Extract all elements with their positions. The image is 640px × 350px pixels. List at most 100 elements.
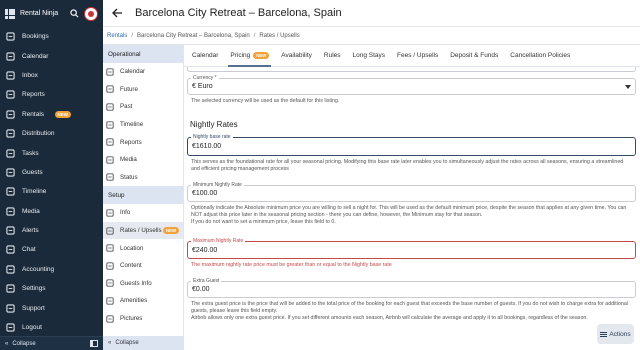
extra-guest-input[interactable]: Extra Guest €0.00	[187, 278, 636, 298]
subnav-item-info[interactable]: Info	[103, 204, 183, 222]
avatar[interactable]	[84, 6, 98, 21]
inbox-icon	[5, 70, 15, 80]
sidebar-item-chat[interactable]: Chat	[0, 240, 103, 259]
extra-guest-value: €0.00	[192, 286, 210, 293]
sidebar-item-rentals[interactable]: Rentals NEW	[0, 105, 103, 124]
pricing-form: Currency * € Euro The selected currency …	[184, 67, 640, 350]
currency-help: The selected currency will be used as th…	[191, 98, 340, 104]
subnav-group-setup: Setup	[103, 186, 183, 205]
sidebar-item-media[interactable]: Media	[0, 202, 103, 221]
maximum-rate-input[interactable]: Maximum Nightly Rate €240.00	[187, 238, 636, 259]
subnav-collapse[interactable]: « Collapse	[103, 336, 184, 350]
subnav-item-status[interactable]: Status	[103, 169, 183, 187]
calendar-icon	[5, 51, 15, 61]
subnav-item-media[interactable]: Media	[103, 151, 183, 169]
back-arrow-icon[interactable]	[111, 7, 123, 19]
minimum-rate-label: Minimum Nightly Rate	[191, 182, 244, 188]
subnav-item-content[interactable]: Content	[103, 257, 183, 275]
app-grid-icon[interactable]	[5, 8, 15, 19]
subnav-item-past[interactable]: Past	[103, 98, 183, 116]
panel-icon	[90, 340, 98, 347]
sidebar-item-logout[interactable]: Logout	[0, 318, 103, 337]
base-rate-input[interactable]: Nightly base rate €1610.00	[187, 134, 636, 156]
brand-bar: Rental Ninja	[0, 0, 103, 27]
sidebar-item-label: Bookings	[22, 33, 49, 41]
sidebar-item-accounting[interactable]: Accounting	[0, 260, 103, 279]
minimum-rate-input[interactable]: Minimum Nightly Rate €100.00	[187, 182, 636, 202]
subnav-collapse-label: Collapse	[115, 340, 139, 346]
sidebar-item-timeline[interactable]: Timeline	[0, 182, 103, 201]
tab-long-stays[interactable]: Long Stays	[347, 45, 392, 67]
guests-icon	[5, 167, 15, 177]
sidebar-item-reports[interactable]: Reports	[0, 85, 103, 104]
base-rate-help: This serves as the foundational rate for…	[191, 159, 624, 173]
actions-label: Actions	[609, 330, 631, 338]
tab-fees-upsells[interactable]: Fees / Upsells	[391, 45, 444, 67]
subnav-item-guests-info[interactable]: Guests Info	[103, 275, 183, 293]
subnav-item-rates-upsells[interactable]: Rates / Upsells NEW	[103, 221, 183, 240]
subnav-item-label: Pictures	[120, 315, 143, 323]
sidebar-item-label: Timeline	[22, 188, 47, 196]
search-icon[interactable]	[70, 9, 79, 18]
sidebar-item-bookings[interactable]: Bookings	[0, 27, 103, 46]
subnav-item-label: Media	[120, 156, 137, 164]
sidebar-item-label: Tasks	[22, 149, 39, 157]
actions-button[interactable]: Actions	[597, 324, 634, 344]
base-rate-label: Nightly base rate	[191, 134, 233, 140]
sidebar-item-label: Accounting	[22, 265, 55, 273]
subnav-item-reports[interactable]: Reports	[103, 133, 183, 151]
breadcrumb-rentals[interactable]: Rentals	[107, 33, 127, 39]
minimum-rate-value: €100.00	[192, 190, 218, 197]
subnav-item-label: Status	[120, 173, 138, 181]
past-icon	[106, 103, 114, 111]
reports-icon	[106, 138, 114, 146]
tasks-icon	[5, 148, 15, 158]
sidebar-item-calendar[interactable]: Calendar	[0, 46, 103, 65]
tab-rules[interactable]: Rules	[318, 45, 347, 67]
timeline-icon	[106, 120, 114, 129]
breadcrumb-current: Rates / Upsells	[259, 32, 300, 39]
subnav-item-location[interactable]: Location	[103, 239, 183, 257]
subnav-item-amenities[interactable]: Amenities	[103, 292, 183, 310]
subnav-item-label: Guests Info	[120, 279, 152, 287]
sidebar-item-guests[interactable]: Guests	[0, 163, 103, 182]
sidebar-item-tasks[interactable]: Tasks	[0, 143, 103, 162]
maximum-rate-label: Maximum Nightly Rate	[191, 238, 246, 244]
extra-guest-label: Extra Guest	[191, 278, 222, 284]
status-icon	[106, 173, 114, 182]
nightly-rates-heading: Nightly Rates	[190, 120, 238, 129]
tab-availability[interactable]: Availability	[275, 45, 318, 67]
subnav-item-label: Timeline	[120, 121, 144, 129]
sidebar-item-support[interactable]: Support	[0, 298, 103, 317]
sidebar-item-distribution[interactable]: Distribution	[0, 124, 103, 143]
currency-select[interactable]: Currency * € Euro	[187, 75, 636, 95]
sidebar-collapse[interactable]: « Collapse	[0, 336, 103, 350]
tab-calendar[interactable]: Calendar	[186, 45, 224, 67]
breadcrumb-separator: /	[131, 32, 134, 39]
subnav-item-calendar[interactable]: Calendar	[103, 63, 183, 81]
double-chevron-left-icon: «	[108, 340, 112, 346]
chat-icon	[5, 245, 15, 255]
sidebar-item-label: Chat	[22, 246, 36, 254]
sidebar-item-label: Calendar	[22, 52, 49, 60]
subnav-item-timeline[interactable]: Timeline	[103, 116, 183, 134]
image-icon	[106, 156, 114, 164]
tab-deposit-funds[interactable]: Deposit & Funds	[444, 45, 504, 67]
bell-icon	[5, 226, 15, 236]
sidebar-item-inbox[interactable]: Inbox	[0, 66, 103, 85]
subnav-item-pictures[interactable]: Pictures	[103, 310, 183, 328]
rental-subnav: Operational Calendar Future Past Timeline Rep…	[103, 45, 184, 350]
breadcrumb-rental[interactable]: Barcelona City Retreat – Barcelona, Spai…	[137, 33, 250, 39]
chevron-down-icon	[625, 85, 631, 89]
tab-cancellation-policies[interactable]: Cancellation Policies	[504, 45, 576, 67]
subnav-group-operational: Operational	[103, 45, 183, 63]
sidebar-item-alerts[interactable]: Alerts	[0, 221, 103, 240]
subnav-item-label: Calendar	[120, 68, 146, 76]
tab-label: Rules	[323, 52, 341, 59]
sidebar-item-settings[interactable]: Settings	[0, 279, 103, 298]
new-badge: NEW	[253, 52, 270, 59]
subnav-item-future[interactable]: Future	[103, 81, 183, 99]
tab-pricing[interactable]: Pricing NEW	[224, 45, 275, 67]
tab-label: Calendar	[192, 52, 219, 59]
share-icon	[5, 129, 15, 139]
